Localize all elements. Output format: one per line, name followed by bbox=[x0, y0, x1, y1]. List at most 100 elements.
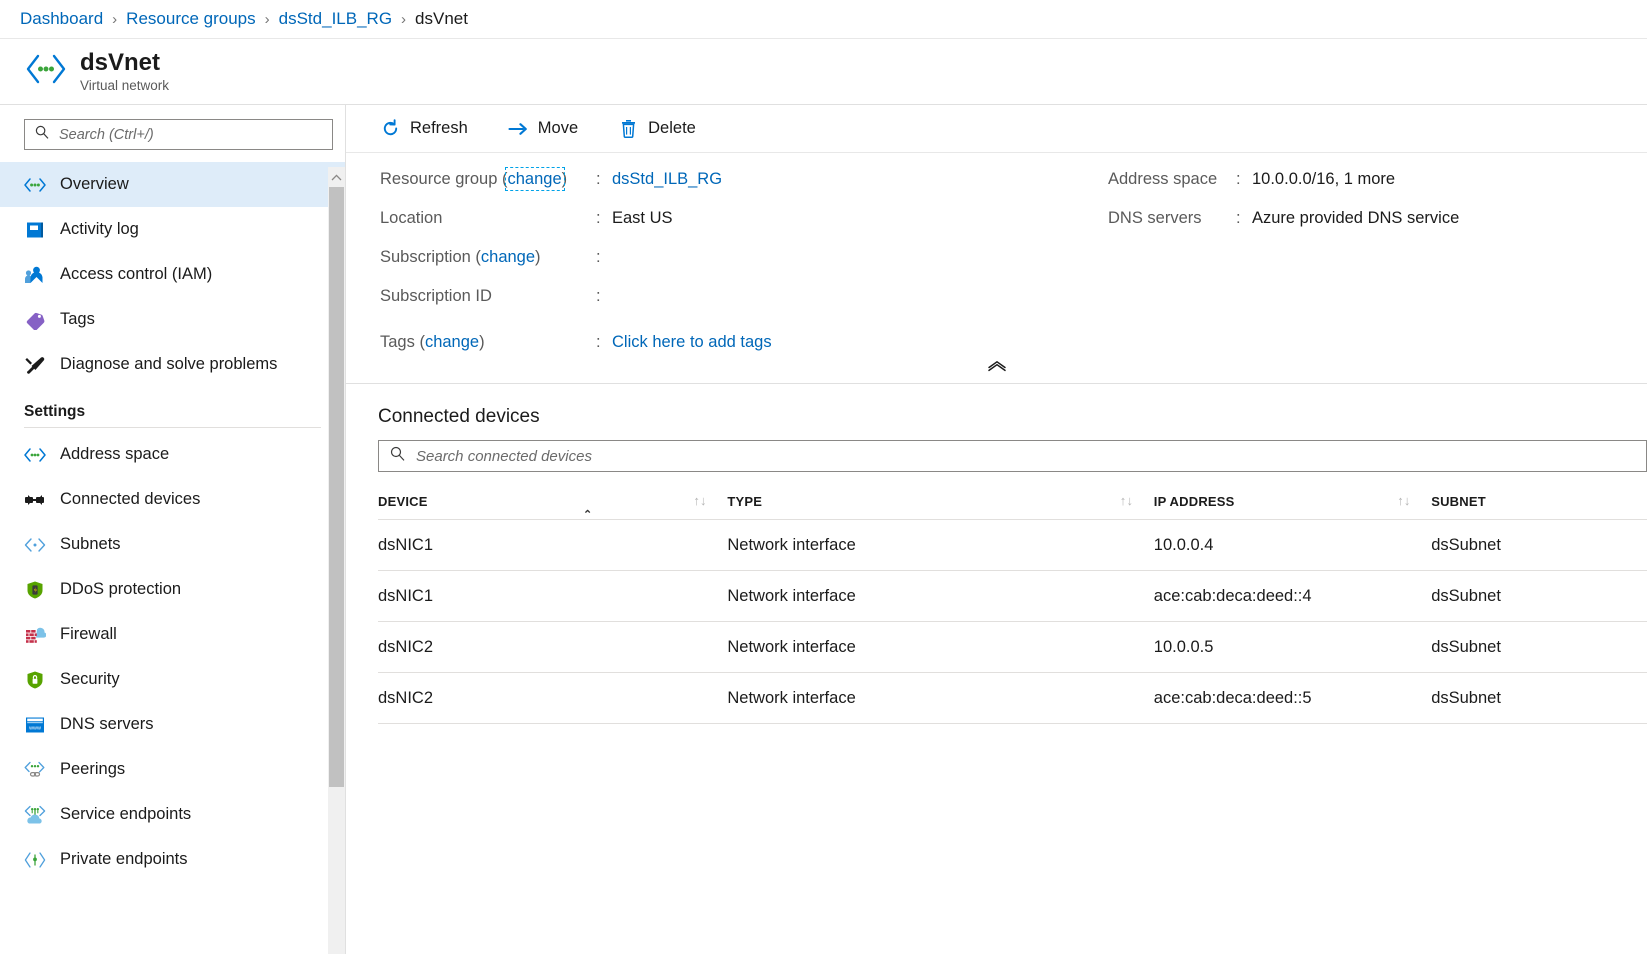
sidebar-scrollbar[interactable] bbox=[328, 167, 345, 954]
connected-devices-search-input[interactable] bbox=[414, 447, 1646, 466]
breadcrumb-separator-icon: › bbox=[112, 11, 117, 28]
sidebar-item-tags[interactable]: Tags bbox=[0, 297, 345, 342]
column-header-ip-address[interactable]: ↑↓ IP ADDRESS bbox=[1154, 486, 1431, 520]
move-label: Move bbox=[538, 119, 578, 138]
table-body: dsNIC1 Network interface 10.0.0.4 dsSubn… bbox=[378, 520, 1647, 724]
sidebar-item-security[interactable]: Security bbox=[0, 657, 345, 702]
sidebar-item-label: Activity log bbox=[60, 220, 139, 239]
resource-type-label: Virtual network bbox=[80, 78, 169, 93]
sidebar-item-overview[interactable]: Overview bbox=[0, 162, 345, 207]
tags-change-link[interactable]: change bbox=[425, 333, 479, 351]
sidebar-item-label: Service endpoints bbox=[60, 805, 191, 824]
breadcrumb-separator-icon: › bbox=[265, 11, 270, 28]
essentials-key-label: Location bbox=[380, 209, 596, 228]
scroll-up-button[interactable] bbox=[328, 167, 345, 187]
sidebar-search-box[interactable] bbox=[24, 119, 333, 150]
table-row[interactable]: dsNIC1 Network interface ace:cab:deca:de… bbox=[378, 571, 1647, 622]
sidebar-item-subnets[interactable]: Subnets bbox=[0, 522, 345, 567]
essentials-colon: : bbox=[596, 248, 612, 267]
address-space-icon bbox=[22, 444, 48, 466]
delete-button[interactable]: Delete bbox=[612, 115, 702, 143]
subnets-icon bbox=[22, 534, 48, 556]
sort-icon[interactable]: ↑↓ bbox=[1397, 493, 1410, 508]
resource-group-change-link[interactable]: change bbox=[508, 170, 562, 188]
essentials-row-subscription-id: Subscription ID : bbox=[380, 287, 1086, 326]
resource-group-value-link[interactable]: dsStd_ILB_RG bbox=[612, 170, 722, 189]
sidebar-item-label: Diagnose and solve problems bbox=[60, 355, 277, 374]
column-resize-caret-icon: ⌃ bbox=[583, 508, 592, 521]
sidebar-search-wrapper bbox=[0, 105, 345, 162]
move-button[interactable]: Move bbox=[502, 115, 584, 143]
cell-subnet: dsSubnet bbox=[1431, 520, 1647, 571]
subscription-change-link[interactable]: change bbox=[481, 248, 535, 266]
sidebar-section-divider bbox=[24, 427, 321, 428]
cell-device: dsNIC2 bbox=[378, 673, 727, 724]
essentials-panel: Resource group (change) : dsStd_ILB_RG L… bbox=[346, 153, 1647, 384]
sidebar-item-service-endpoints[interactable]: Service endpoints bbox=[0, 792, 345, 837]
essentials-key-label: Address space bbox=[1108, 170, 1236, 189]
sidebar-item-label: Access control (IAM) bbox=[60, 265, 212, 284]
table-header: DEVICE ⌃ ↑↓ TYPE ↑↓ IP ADDRESS bbox=[378, 486, 1647, 520]
table-row[interactable]: dsNIC1 Network interface 10.0.0.4 dsSubn… bbox=[378, 520, 1647, 571]
essentials-key-label: Resource group bbox=[380, 170, 497, 188]
collapse-essentials-button[interactable] bbox=[986, 360, 1008, 373]
page-title: dsVnet bbox=[80, 50, 169, 76]
refresh-icon bbox=[380, 119, 400, 139]
connected-devices-icon bbox=[22, 489, 48, 511]
essentials-key-label: Subscription ID bbox=[380, 287, 596, 306]
sidebar-item-label: Security bbox=[60, 670, 120, 689]
refresh-label: Refresh bbox=[410, 119, 468, 138]
resource-title-block: dsVnet Virtual network bbox=[80, 50, 169, 93]
sidebar-item-private-endpoints[interactable]: Private endpoints bbox=[0, 837, 345, 882]
sidebar-item-access-control[interactable]: Access control (IAM) bbox=[0, 252, 345, 297]
sidebar-item-firewall[interactable]: Firewall bbox=[0, 612, 345, 657]
address-space-value: 10.0.0.0/16, 1 more bbox=[1252, 170, 1395, 189]
cell-type: Network interface bbox=[727, 673, 1153, 724]
essentials-colon: : bbox=[596, 287, 612, 306]
breadcrumb-item-resource-groups[interactable]: Resource groups bbox=[126, 9, 255, 29]
breadcrumb-item-dashboard[interactable]: Dashboard bbox=[20, 9, 103, 29]
table-row[interactable]: dsNIC2 Network interface 10.0.0.5 dsSubn… bbox=[378, 622, 1647, 673]
sidebar-item-ddos-protection[interactable]: DDoS protection bbox=[0, 567, 345, 612]
scrollbar-thumb[interactable] bbox=[329, 187, 344, 787]
essentials-row-address-space: Address space : 10.0.0.0/16, 1 more bbox=[1108, 170, 1647, 209]
essentials-row-resource-group: Resource group (change) : dsStd_ILB_RG bbox=[380, 170, 1086, 209]
column-header-label: TYPE bbox=[727, 494, 762, 509]
cell-ip-address: ace:cab:deca:deed::4 bbox=[1154, 571, 1431, 622]
dns-server-www-icon: www bbox=[22, 714, 48, 736]
sidebar-item-dns-servers[interactable]: www DNS servers bbox=[0, 702, 345, 747]
sidebar-item-label: DNS servers bbox=[60, 715, 154, 734]
access-control-icon bbox=[22, 264, 48, 286]
cell-device: dsNIC1 bbox=[378, 520, 727, 571]
command-bar: Refresh Move bbox=[346, 105, 1647, 153]
connected-devices-title: Connected devices bbox=[378, 406, 1647, 428]
sort-icon[interactable]: ↑↓ bbox=[693, 493, 706, 508]
sort-icon[interactable]: ↑↓ bbox=[1120, 493, 1133, 508]
column-header-subnet[interactable]: ↑↓ SUBNET bbox=[1431, 486, 1647, 520]
sidebar-item-activity-log[interactable]: Activity log bbox=[0, 207, 345, 252]
column-header-type[interactable]: ↑↓ TYPE bbox=[727, 486, 1153, 520]
search-icon bbox=[35, 125, 49, 144]
sidebar-nav-primary: Overview Activity log bbox=[0, 162, 345, 387]
essentials-key: Resource group (change) bbox=[380, 170, 596, 189]
table-row[interactable]: dsNIC2 Network interface ace:cab:deca:de… bbox=[378, 673, 1647, 724]
sidebar-item-connected-devices[interactable]: Connected devices bbox=[0, 477, 345, 522]
cell-ip-address: ace:cab:deca:deed::5 bbox=[1154, 673, 1431, 724]
wrench-screwdriver-icon bbox=[22, 354, 48, 376]
sidebar-item-label: Firewall bbox=[60, 625, 117, 644]
connected-devices-search-box[interactable] bbox=[378, 440, 1647, 472]
add-tags-link[interactable]: Click here to add tags bbox=[612, 333, 772, 352]
sidebar-item-diagnose[interactable]: Diagnose and solve problems bbox=[0, 342, 345, 387]
breadcrumb-item-resource-group[interactable]: dsStd_ILB_RG bbox=[279, 9, 392, 29]
essentials-row-location: Location : East US bbox=[380, 209, 1086, 248]
search-input[interactable] bbox=[57, 126, 332, 144]
essentials-key: Subscription (change) bbox=[380, 248, 596, 267]
essentials-collapse-row bbox=[346, 360, 1647, 373]
column-header-device[interactable]: DEVICE ⌃ bbox=[378, 486, 727, 520]
sidebar-item-address-space[interactable]: Address space bbox=[0, 432, 345, 477]
azure-portal-page: Dashboard › Resource groups › dsStd_ILB_… bbox=[0, 0, 1647, 956]
dns-servers-value: Azure provided DNS service bbox=[1252, 209, 1459, 228]
sidebar-item-peerings[interactable]: Peerings bbox=[0, 747, 345, 792]
sidebar-item-label: Connected devices bbox=[60, 490, 200, 509]
refresh-button[interactable]: Refresh bbox=[374, 115, 474, 143]
